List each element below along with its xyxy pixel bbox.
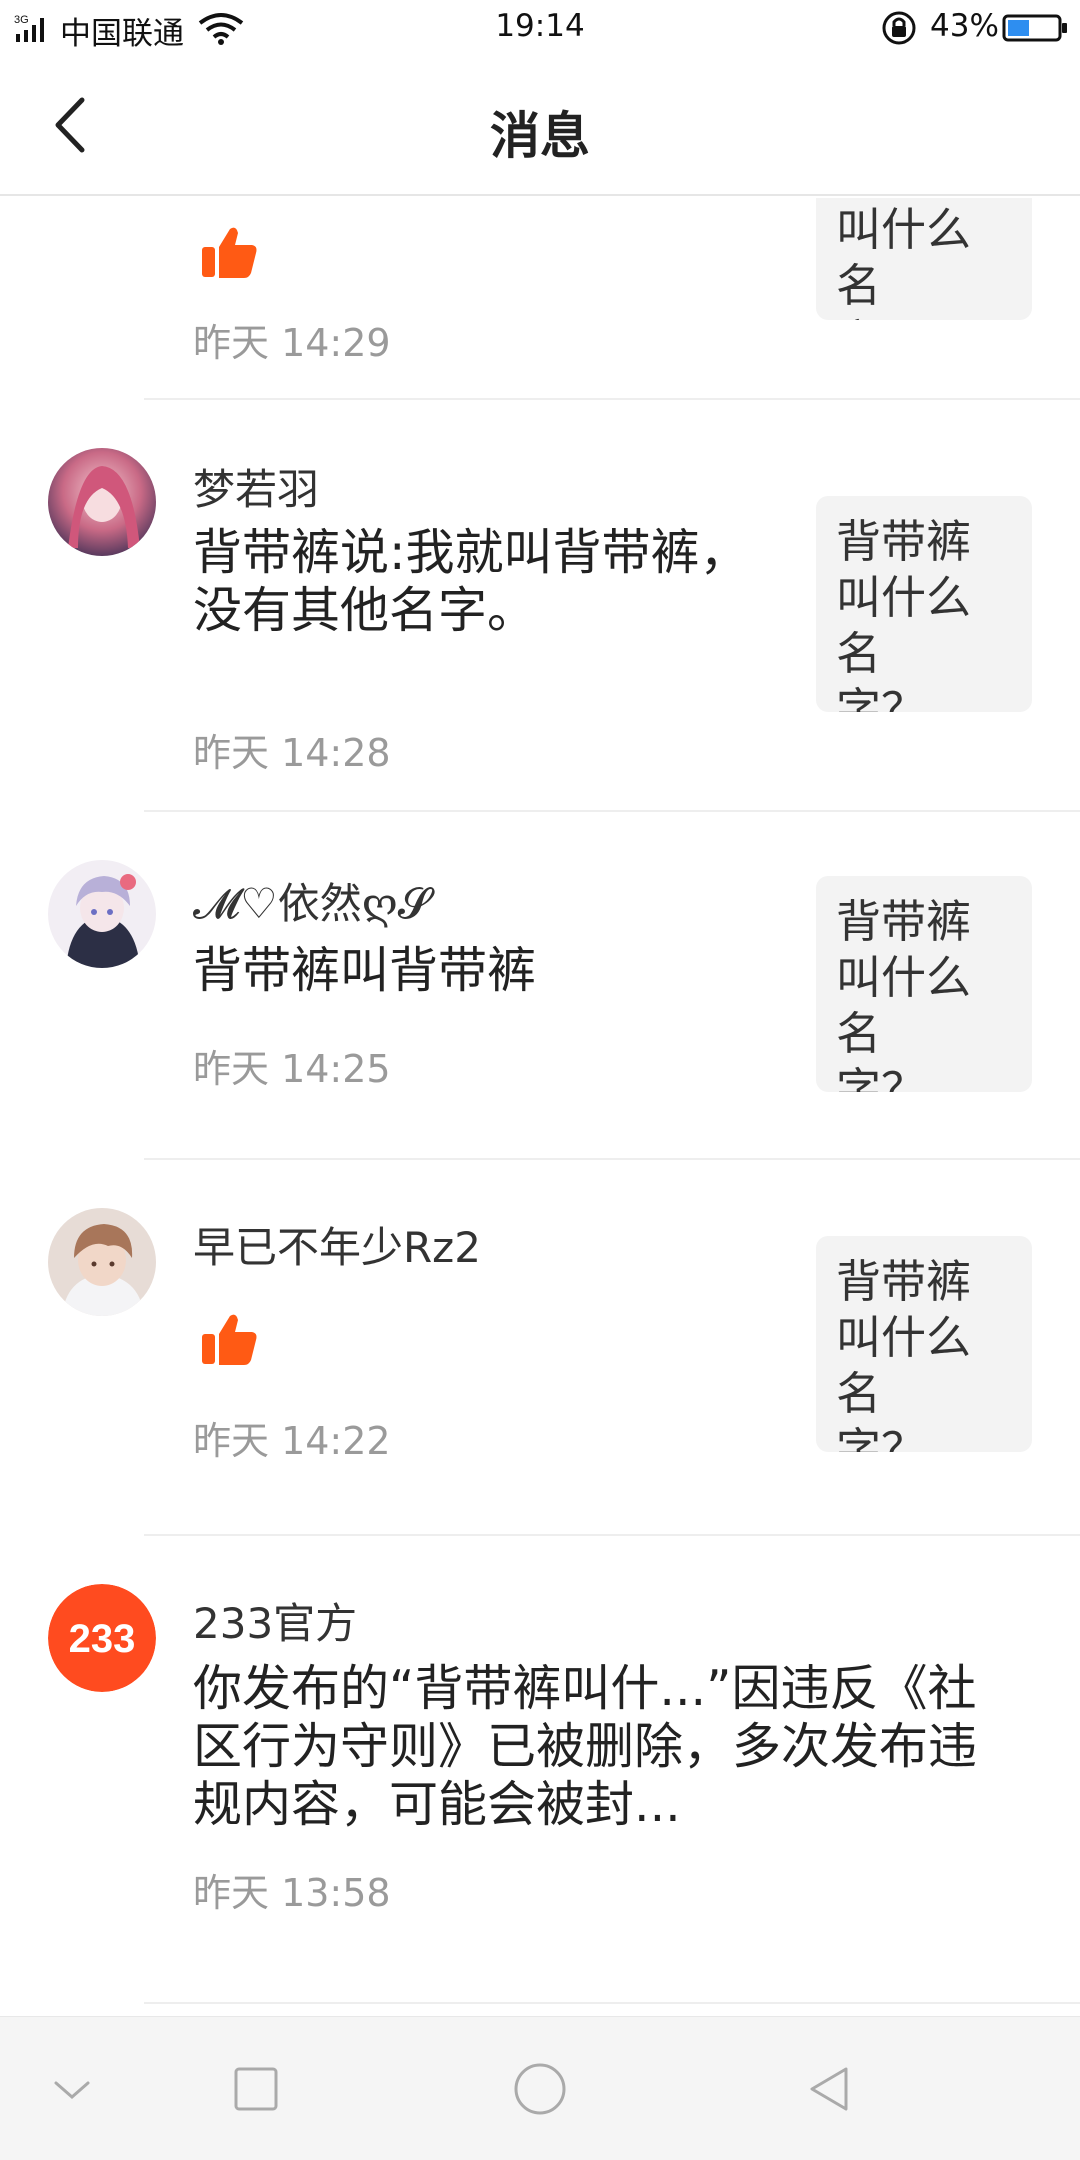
- chevron-down-icon[interactable]: [40, 2057, 104, 2121]
- post-thumbnail-text: 背带裤叫什么名字？...: [836, 515, 972, 712]
- username: 𝓜♡依然ღ𝓢: [193, 879, 431, 928]
- clock: 19:14: [495, 8, 585, 44]
- circle-icon[interactable]: [508, 2057, 572, 2121]
- message-item[interactable]: 梦若羽 背带裤说:我就叫背带裤，没有其他名字。 昨天 14:28 背带裤叫什么名…: [0, 400, 1080, 812]
- avatar[interactable]: [48, 448, 156, 556]
- avatar[interactable]: 233: [48, 1584, 156, 1692]
- page-title: 消息: [490, 107, 590, 165]
- message-list: 昨天 14:29 背带裤叫什么名字？... 梦若羽 背带裤说:: [0, 198, 1080, 2016]
- message-time: 昨天 14:28: [193, 731, 391, 775]
- username: 早已不年少Rz2: [193, 1223, 481, 1272]
- message-text: 背带裤说:我就叫背带裤，没有其他名字。: [193, 524, 749, 639]
- message-item[interactable]: 233 233官方 你发布的“背带裤叫什...”因违反《社区行为守则》已被删除，…: [0, 1536, 1080, 2012]
- message-text: 背带裤叫背带裤: [193, 942, 537, 999]
- rotation-lock-icon: [882, 11, 916, 45]
- message-text: 你发布的“背带裤叫什...”因违反《社区行为守则》已被删除，多次发布违规内容，可…: [193, 1660, 978, 1833]
- avatar[interactable]: [48, 1208, 156, 1316]
- avatar-image: [48, 860, 156, 968]
- avatar-233-text: 233: [69, 1617, 136, 1661]
- message-item[interactable]: 昨天 14:29 背带裤叫什么名字？...: [0, 198, 1080, 400]
- message-time: 昨天 13:58: [193, 1871, 391, 1915]
- avatar-image: [48, 1208, 156, 1316]
- post-thumbnail[interactable]: 背带裤叫什么名字？...: [816, 198, 1032, 320]
- divider: [144, 2002, 1080, 2004]
- username: 梦若羽: [193, 465, 320, 514]
- avatar-233-logo: 233: [48, 1584, 156, 1692]
- post-thumbnail-text: 背带裤叫什么名字？...: [836, 1255, 972, 1452]
- battery-percent: 43%: [930, 8, 999, 44]
- post-thumbnail[interactable]: 背带裤叫什么名字？...: [816, 496, 1032, 712]
- avatar-image: [48, 448, 156, 556]
- post-thumbnail-text: 背带裤叫什么名字？...: [836, 895, 972, 1092]
- triangle-back-icon[interactable]: [798, 2057, 862, 2121]
- avatar[interactable]: [48, 860, 156, 968]
- message-item[interactable]: 早已不年少Rz2 昨天 14:22 背带裤叫什么名字？...: [0, 1160, 1080, 1536]
- system-nav-bar: [0, 2016, 1080, 2160]
- message-time: 昨天 14:22: [193, 1419, 391, 1463]
- top-bar: 消息: [0, 56, 1080, 196]
- status-bar: 3G 中国联通 19:14 43%: [0, 0, 1080, 56]
- square-icon[interactable]: [224, 2057, 288, 2121]
- message-time: 昨天 14:29: [193, 321, 391, 365]
- username: 233官方: [193, 1599, 358, 1648]
- post-thumbnail[interactable]: 背带裤叫什么名字？...: [816, 876, 1032, 1092]
- thumbs-up-icon: [202, 1314, 257, 1365]
- thumbs-up-icon: [202, 227, 257, 278]
- post-thumbnail[interactable]: 背带裤叫什么名字？...: [816, 1236, 1032, 1452]
- battery-icon: [1002, 14, 1067, 42]
- message-item[interactable]: 𝓜♡依然ღ𝓢 背带裤叫背带裤 昨天 14:25 背带裤叫什么名字？...: [0, 812, 1080, 1160]
- message-time: 昨天 14:25: [193, 1047, 391, 1091]
- post-thumbnail-text: 背带裤叫什么名字？...: [836, 198, 972, 320]
